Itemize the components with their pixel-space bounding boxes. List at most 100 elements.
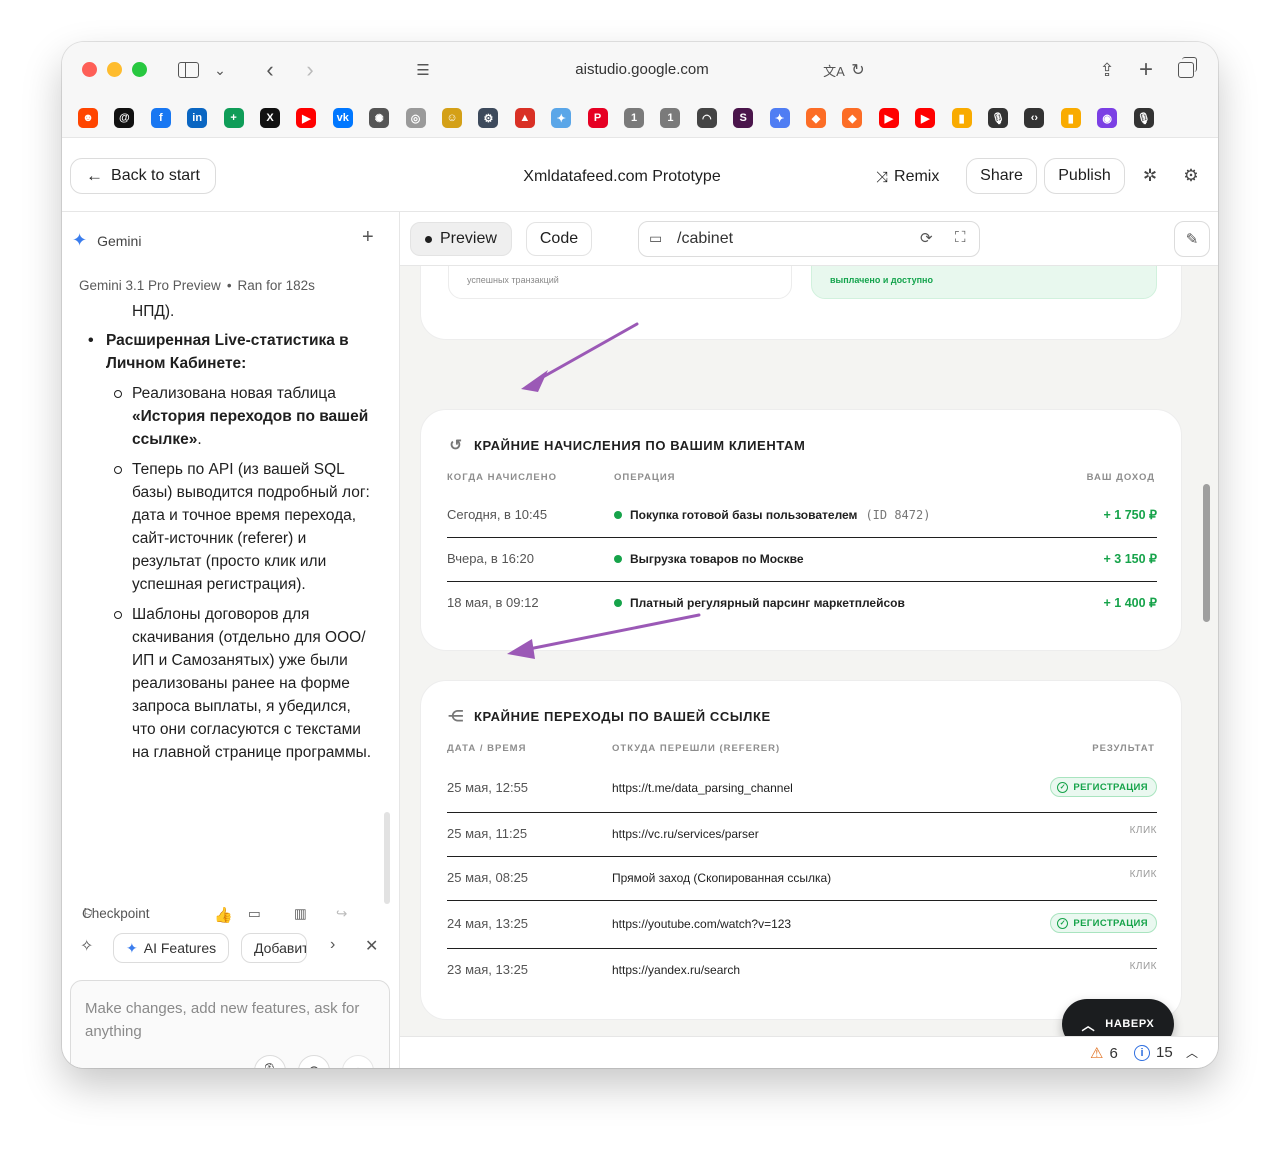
youtube-icon-3[interactable]: ▶ <box>915 108 936 128</box>
zoom-window-button[interactable] <box>132 62 147 77</box>
scroll-to-top-button[interactable]: ︿ НАВЕРХ <box>1062 999 1174 1036</box>
copy-icon[interactable]: ▭ <box>248 906 261 922</box>
microphone-fav-icon-2[interactable]: 🎙 <box>1133 108 1154 128</box>
fullscreen-icon[interactable]: ⛶ <box>955 229 966 246</box>
close-window-button[interactable] <box>82 62 97 77</box>
slack-icon[interactable]: S <box>733 108 754 128</box>
loop-icon[interactable]: ◉ <box>1097 108 1118 128</box>
chevron-up-console-icon[interactable]: ︿ <box>1186 1044 1198 1061</box>
analytics-icon-a[interactable]: ▮ <box>951 108 972 128</box>
emoji-icon[interactable]: ☺ <box>442 108 462 128</box>
visit-referer: https://youtube.com/watch?v=123 <box>612 917 792 931</box>
analytics-icon-b[interactable]: ▮ <box>1060 108 1081 128</box>
add-attachment-icon[interactable]: ⊕ <box>298 1055 330 1068</box>
minimize-window-button[interactable] <box>107 62 122 77</box>
tab-preview-label: Preview <box>440 230 497 247</box>
prompt-input[interactable]: Make changes, add new features, ask for … <box>70 980 390 1068</box>
facebook-icon[interactable]: f <box>150 108 171 128</box>
youtube-icon[interactable]: ▶ <box>296 108 317 128</box>
app-header: ← Back to start Xmldatafeed.com Prototyp… <box>62 138 1218 212</box>
remix-button[interactable]: ⤨ Remix <box>876 168 939 186</box>
annotate-icon[interactable]: ✎ <box>1174 221 1210 257</box>
share-icon[interactable]: ⇪ <box>1096 57 1118 83</box>
youtube-icon-2[interactable]: ▶ <box>878 108 899 128</box>
microphone-fav-icon[interactable]: 🎙 <box>988 108 1008 128</box>
pinterest-icon[interactable]: P <box>587 108 608 128</box>
browser-window: ⌄ ‹ › ☰ aistudio.google.com 文A ↻ ⇪ + ☻ @ f… <box>62 42 1218 1068</box>
back-to-start-button[interactable]: ← Back to start <box>70 158 216 194</box>
reddit-icon[interactable]: ☻ <box>78 108 98 128</box>
visits-header-result: РЕЗУЛЬТАТ <box>1092 743 1155 754</box>
publish-button[interactable]: Publish <box>1044 158 1125 194</box>
vk-icon[interactable]: vk <box>332 108 353 128</box>
openai-icon[interactable]: ✺ <box>369 108 390 128</box>
route-field[interactable]: ▭ /cabinet ⟳ ⛶ <box>638 221 980 257</box>
accruals-header-income: ВАШ ДОХОД <box>1086 472 1155 483</box>
model-name: Gemini 3.1 Pro Preview <box>79 278 221 293</box>
accrual-operation: Выгрузка товаров по Москве <box>614 552 804 566</box>
redo-icon[interactable]: ↪ <box>336 906 347 922</box>
visits-title-text: КРАЙНИЕ ПЕРЕХОДЫ ПО ВАШЕЙ ССЫЛКЕ <box>474 708 771 724</box>
reader-icon[interactable]: ☰ <box>412 57 434 83</box>
sidebar-toggle-icon[interactable] <box>175 57 201 83</box>
chat-scrollbar[interactable] <box>384 812 390 904</box>
remix-label: Remix <box>894 168 940 185</box>
preview-toolbar: Preview Code ▭ /cabinet ⟳ ⛶ ✎ <box>400 212 1218 266</box>
add-chip[interactable]: Добавить <box>241 933 307 963</box>
sub-bullet-1-pre: Реализована новая таблица <box>132 385 336 402</box>
butterfly-icon[interactable]: ✦ <box>551 108 572 128</box>
share-button[interactable]: Share <box>966 158 1037 194</box>
device-icon[interactable]: ▭ <box>649 230 667 248</box>
gitlab-icon-a[interactable]: ◆ <box>806 108 826 128</box>
reload-icon[interactable]: ↻ <box>848 57 868 83</box>
new-chat-plus-icon[interactable]: + <box>362 226 374 249</box>
one-icon-b[interactable]: 1 <box>660 108 681 128</box>
x-icon[interactable]: X <box>260 108 280 128</box>
ai-features-chip[interactable]: ✦ AI Features <box>113 933 230 963</box>
rainbow-icon[interactable]: ◠ <box>696 108 717 128</box>
tab-code[interactable]: Code <box>526 222 592 256</box>
gemini-icon[interactable]: ✦ <box>769 108 790 128</box>
threads-icon[interactable]: @ <box>114 108 135 128</box>
features-row: ✧ ✦ AI Features Добавить › ✕ <box>62 930 399 966</box>
new-tab-icon[interactable]: + <box>1135 56 1157 83</box>
accrual-operation-text: Покупка готовой базы пользователем <box>630 508 858 522</box>
magic-wand-icon[interactable]: ✧ <box>80 936 93 956</box>
thumbs-up-icon[interactable]: 👍 <box>214 906 233 924</box>
visit-result: КЛИК <box>1129 825 1157 836</box>
sheets-icon[interactable]: + <box>223 108 244 128</box>
status-dot <box>614 599 622 607</box>
info-indicator[interactable]: i 15 <box>1134 1044 1173 1061</box>
close-icon[interactable]: ✕ <box>365 936 378 956</box>
settings-app-icon[interactable]: ⚙ <box>478 108 499 128</box>
visit-row: 25 мая, 12:55 https://t.me/data_parsing_c… <box>447 767 1157 813</box>
back-arrow-icon[interactable]: ‹ <box>258 57 282 83</box>
compass-icon[interactable]: ◎ <box>405 108 426 128</box>
bug-icon[interactable]: ✲ <box>1139 165 1161 187</box>
linkedin-icon[interactable]: in <box>187 108 208 128</box>
gear-icon[interactable]: ⚙ <box>1180 165 1202 187</box>
visit-result: РЕГИСТРАЦИЯ <box>1073 917 1148 929</box>
address-bar[interactable]: aistudio.google.com <box>502 61 782 78</box>
visit-date: 25 мая, 08:25 <box>447 870 529 885</box>
one-icon-a[interactable]: 1 <box>624 108 644 128</box>
alert-app-icon[interactable]: ▲ <box>514 108 535 128</box>
forward-arrow-icon[interactable]: › <box>298 57 322 83</box>
tab-overview-icon[interactable] <box>1174 57 1198 83</box>
gitlab-icon-b[interactable]: ◆ <box>842 108 863 128</box>
accrual-amount: + 1 400 ₽ <box>1103 596 1157 610</box>
warnings-indicator[interactable]: ⚠ 6 <box>1090 1044 1118 1063</box>
tab-preview[interactable]: Preview <box>410 222 512 256</box>
microphone-icon[interactable]: 🎙 <box>254 1055 286 1068</box>
book-icon[interactable]: ▥ <box>294 906 307 922</box>
send-icon[interactable]: ↑ <box>342 1055 374 1068</box>
visit-date: 23 мая, 13:25 <box>447 962 529 977</box>
gemini-sparkle-icon: ✦ <box>72 230 88 250</box>
translate-icon[interactable]: 文A <box>822 57 846 83</box>
chevron-down-icon[interactable]: ⌄ <box>210 57 230 83</box>
preview-scrollbar[interactable] <box>1203 484 1210 622</box>
payout-label: выплачено и доступно <box>830 275 933 285</box>
chevron-right-icon[interactable]: › <box>330 936 335 954</box>
refresh-route-icon[interactable]: ⟳ <box>920 229 933 247</box>
code-fav-icon[interactable]: ‹› <box>1024 108 1045 128</box>
